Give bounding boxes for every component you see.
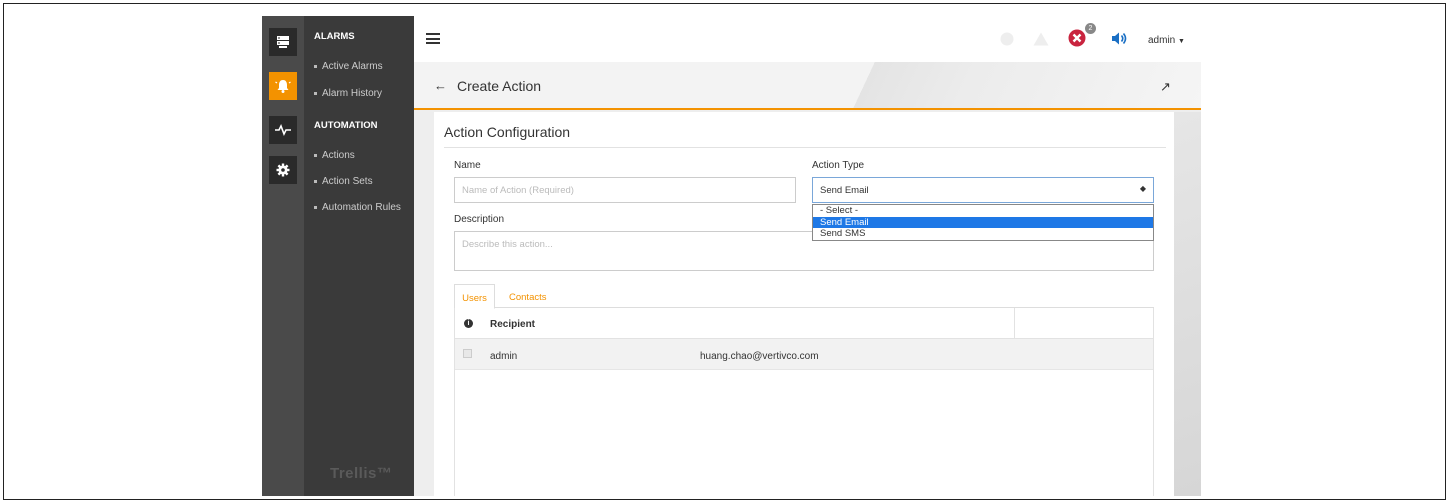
option-send-sms[interactable]: Send SMS [813,228,1153,240]
brand-logo: Trellis™ [330,465,393,482]
page-title: Create Action [457,78,542,94]
decorative-panel [1174,112,1201,496]
action-type-select[interactable]: Send Email ◆ [812,177,1154,203]
menu-item-label: Active Alarms [322,61,383,72]
main-area: 2 admin ▼ ← Create Action ↗ Action Confi… [414,16,1201,496]
info-icon: i [464,319,473,328]
menu-section-automation: AUTOMATION [314,120,378,131]
action-type-value: Send Email [820,185,869,196]
tab-contacts[interactable]: Contacts [509,284,547,309]
menu-item-alarm-history[interactable]: Alarm History [314,88,382,99]
bullet-icon [314,91,317,95]
divider [444,147,1166,148]
server-icon[interactable] [269,28,297,56]
bullet-icon [314,153,317,157]
bullet-icon [314,64,317,68]
row-checkbox[interactable] [463,349,472,358]
alarm-bell-icon[interactable] [269,72,297,100]
user-menu[interactable]: admin ▼ [1148,35,1185,46]
action-type-label: Action Type [812,160,865,171]
select-arrows-icon: ◆ [1139,184,1146,193]
icon-rail [262,16,304,496]
critical-alarm-icon[interactable] [1068,29,1086,52]
pulse-icon[interactable] [269,116,297,144]
page-header: ← Create Action ↗ [414,62,1201,110]
menu-item-label: Actions [322,150,355,161]
table-header: i Recipient [455,308,1153,339]
menu-item-label: Automation Rules [322,202,401,213]
option-select[interactable]: - Select - [813,205,1153,217]
tab-users[interactable]: Users [454,284,495,309]
chevron-down-icon: ▼ [1178,38,1185,45]
menu-item-label: Alarm History [322,88,383,99]
column-recipient: Recipient [490,319,536,330]
recipient-tabs: Users Contacts [454,284,1154,309]
bullet-icon [314,205,317,209]
menu-section-alarms: ALARMS [314,31,355,42]
recipient-table: i Recipient admin huang.chao@vertivco.co… [454,308,1154,496]
expand-icon[interactable]: ↗ [1160,79,1171,95]
name-input[interactable] [454,177,796,203]
top-bar: 2 admin ▼ [414,16,1201,62]
warning-icon[interactable] [1033,32,1049,51]
gear-icon[interactable] [269,156,297,184]
recipient-name: admin [490,351,518,362]
name-label: Name [454,160,481,171]
recipient-email: huang.chao@vertivco.com [700,351,819,362]
section-heading: Action Configuration [444,124,571,140]
column-divider [1014,308,1015,339]
menu-item-automation-rules[interactable]: Automation Rules [314,202,401,213]
info-status-icon[interactable] [1000,32,1014,51]
menu-item-active-alarms[interactable]: Active Alarms [314,61,383,72]
notification-badge: 2 [1085,23,1096,34]
user-name: admin [1148,35,1176,46]
back-arrow-icon[interactable]: ← [434,78,447,93]
table-row[interactable]: admin huang.chao@vertivco.com [455,339,1153,370]
description-label: Description [454,214,505,225]
action-type-dropdown: - Select - Send Email Send SMS [812,204,1154,241]
menu-item-actions[interactable]: Actions [314,150,355,161]
app-frame: ALARMS Active Alarms Alarm History AUTOM… [3,3,1446,500]
volume-icon[interactable] [1111,31,1128,51]
sidebar-menu: ALARMS Active Alarms Alarm History AUTOM… [304,16,414,496]
menu-item-action-sets[interactable]: Action Sets [314,176,373,187]
menu-item-label: Action Sets [322,176,373,187]
option-send-email[interactable]: Send Email [813,216,1153,228]
hamburger-menu-icon[interactable] [426,33,440,44]
action-config-card: Action Configuration Name Action Type Se… [434,112,1174,496]
bullet-icon [314,179,317,183]
